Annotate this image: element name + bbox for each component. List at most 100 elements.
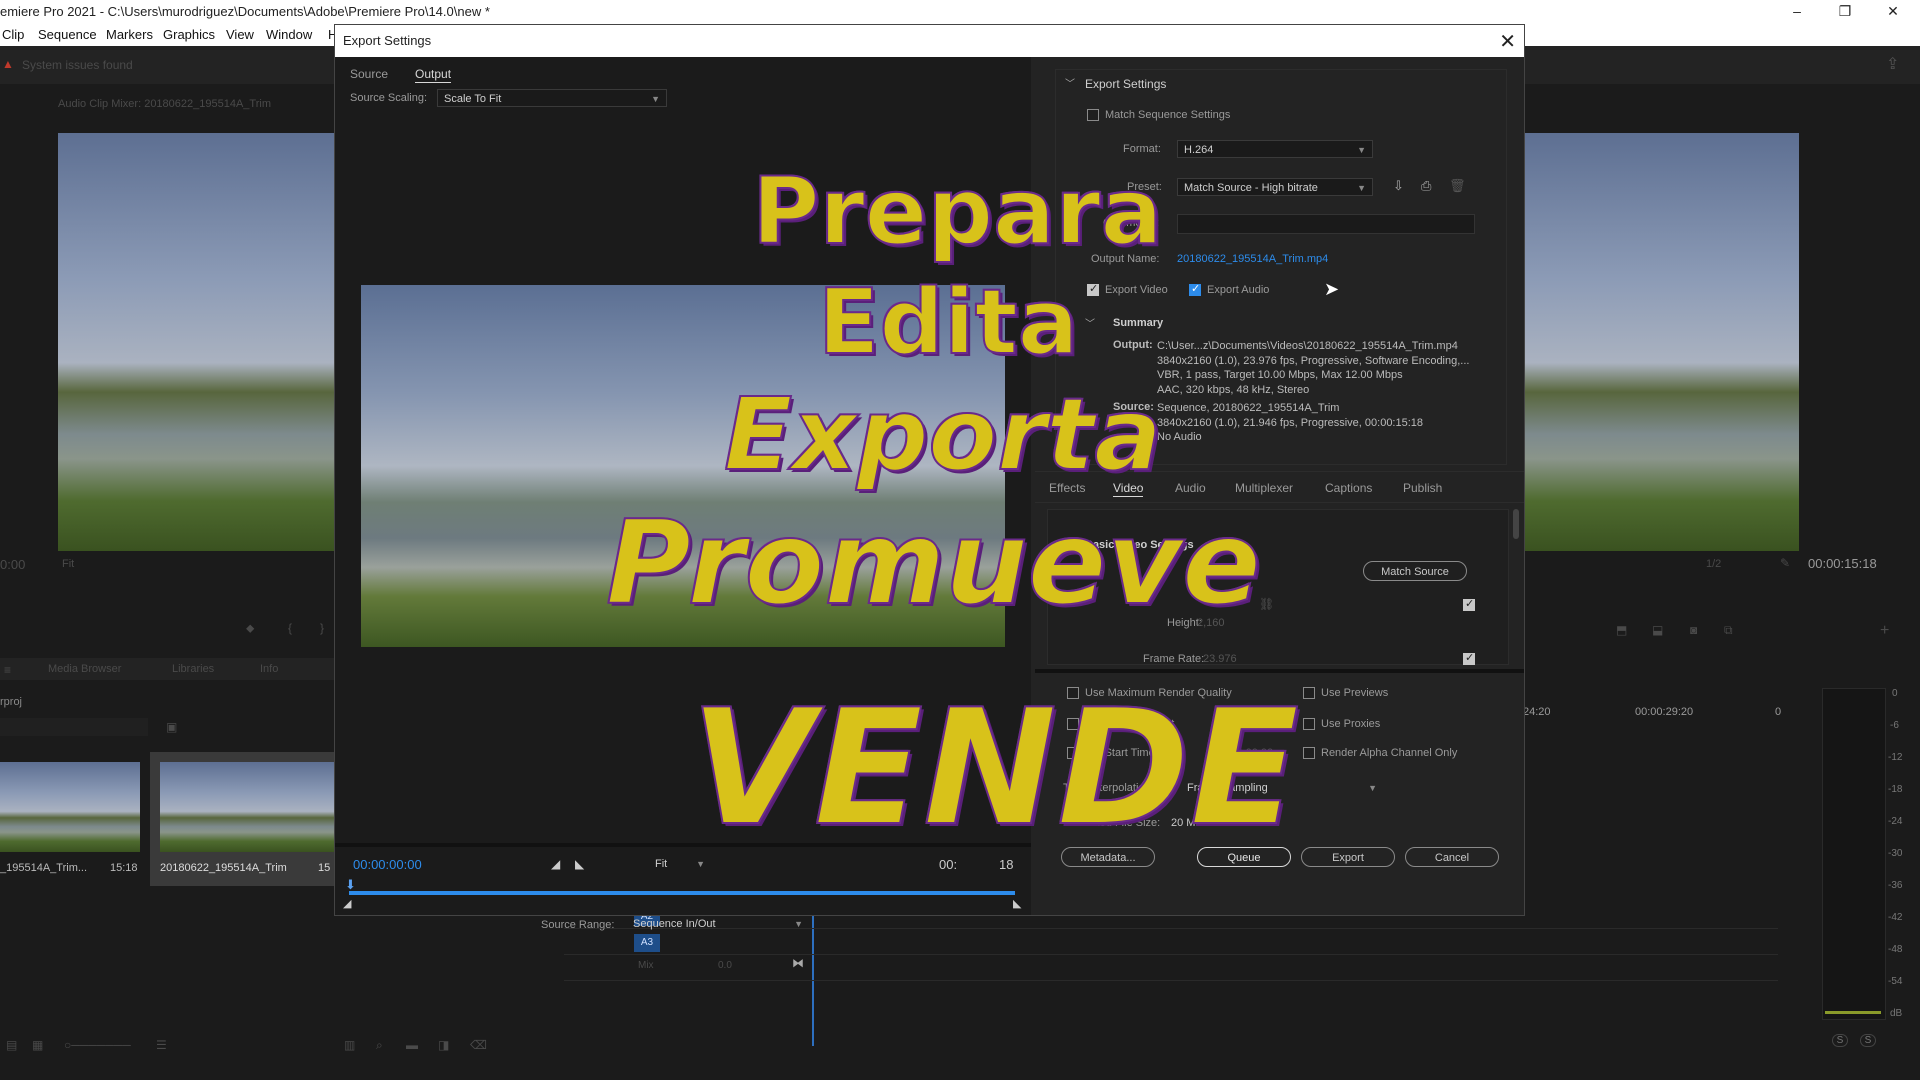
clear-icon[interactable]: ⌫ (470, 1038, 487, 1052)
delete-preset-icon[interactable]: 🗑 (1449, 178, 1466, 194)
mark-out-icon[interactable]: } (320, 621, 324, 635)
meter-label: -24 (1888, 816, 1903, 827)
project-search-input[interactable] (0, 718, 148, 736)
cancel-button[interactable]: Cancel (1405, 847, 1499, 867)
wrench-icon[interactable]: ✎ (1780, 556, 1790, 570)
match-source-button[interactable]: Match Source (1363, 561, 1467, 581)
set-out-point-icon[interactable]: ◣ (575, 857, 584, 871)
compare-icon[interactable]: ⧉ (1724, 623, 1733, 638)
camera-icon[interactable]: ◙ (1690, 623, 1697, 637)
meter-label: -30 (1888, 848, 1903, 859)
export-video-checkbox[interactable] (1087, 282, 1099, 296)
overlay-word-1: Prepara (751, 157, 1164, 266)
range-start-handle-icon[interactable]: ◢ (343, 897, 351, 910)
dialog-title: Export Settings (343, 33, 432, 48)
minimize-button[interactable]: – (1774, 0, 1820, 24)
menu-window[interactable]: Window (266, 27, 312, 42)
marker-icon[interactable]: ⬥ (246, 621, 254, 636)
menu-view[interactable]: View (226, 27, 254, 42)
use-proxies-checkbox[interactable] (1303, 718, 1315, 730)
match-width-checkbox[interactable] (1463, 597, 1475, 611)
share-icon[interactable]: ⇪ (1886, 54, 1899, 74)
tab-captions[interactable]: Captions (1325, 481, 1372, 495)
solo-right-button[interactable]: S (1860, 1034, 1876, 1047)
collapse-chevron-icon[interactable]: ﹀ (1065, 75, 1075, 90)
render-alpha-checkbox[interactable] (1303, 747, 1315, 759)
render-alpha-label: Render Alpha Channel Only (1321, 747, 1458, 759)
match-sequence-checkbox[interactable] (1087, 109, 1099, 121)
clip-thumbnail-2[interactable]: 20180622_195514A_Trim 15 (150, 752, 334, 886)
add-button-icon[interactable]: + (1880, 622, 1889, 640)
menu-clip[interactable]: Clip (2, 27, 24, 42)
program-zoom-select[interactable]: 1/2 (1706, 558, 1721, 570)
menu-markers[interactable]: Markers (106, 27, 153, 42)
tab-audio[interactable]: Audio (1175, 481, 1206, 495)
tab-output[interactable]: Output (415, 67, 452, 83)
system-warning-text[interactable]: System issues found (22, 58, 133, 72)
import-preset-icon[interactable]: ⎙ (1421, 178, 1431, 194)
dialog-close-button[interactable]: ✕ (1499, 29, 1516, 54)
tab-libraries[interactable]: Libraries (172, 663, 214, 675)
menu-graphics[interactable]: Graphics (163, 27, 215, 42)
overlay-word-5: VENDE (689, 673, 1300, 862)
close-window-button[interactable]: ✕ (1870, 0, 1916, 24)
timeline-ruler[interactable]: 24:20 00:00:29:20 0 (1523, 706, 1807, 720)
tab-source[interactable]: Source (350, 67, 388, 81)
new-bin-icon[interactable]: ▣ (166, 720, 177, 734)
audio-clip-mixer-tab[interactable]: Audio Clip Mixer: 20180622_195514A_Trim (58, 98, 271, 110)
format-select[interactable]: H.264 ▼ (1177, 140, 1373, 158)
ruler-time-2: 00:00:29:20 (1635, 706, 1694, 718)
summary-source-line: No Audio (1157, 431, 1202, 443)
source-range-select[interactable]: Sequence In/Out ▼ (627, 915, 809, 933)
clip-thumbnail-1[interactable]: _195514A_Trim... 15:18 (0, 752, 146, 886)
playhead-line[interactable] (812, 906, 814, 1046)
zoom-slider-icon[interactable]: ○─────── (64, 1038, 131, 1052)
export-audio-checkbox[interactable] (1189, 282, 1201, 296)
extract-icon[interactable]: ⬓ (1652, 623, 1663, 637)
solo-left-button[interactable]: S (1832, 1034, 1848, 1047)
use-previews-checkbox[interactable] (1303, 687, 1315, 699)
maximize-button[interactable]: ❐ (1822, 0, 1868, 24)
save-preset-icon[interactable]: ⇩ (1393, 178, 1404, 194)
preset-select[interactable]: Match Source - High bitrate ▼ (1177, 178, 1373, 196)
set-in-point-icon[interactable]: ◢ (551, 857, 560, 871)
source-scaling-select[interactable]: Scale To Fit ▼ (437, 89, 667, 107)
panel-menu-icon[interactable]: ≡ (4, 663, 11, 677)
collapse-chevron-icon[interactable]: ﹀ (1085, 315, 1095, 330)
mark-in-icon[interactable]: { (288, 621, 292, 635)
export-settings-header: Export Settings (1085, 77, 1167, 91)
link-icon[interactable]: ⛓ (1259, 597, 1274, 611)
match-frame-rate-checkbox[interactable] (1463, 651, 1475, 665)
summary-source-line: 3840x2160 (1.0), 21.946 fps, Progressive… (1157, 416, 1424, 429)
tab-media-browser[interactable]: Media Browser (48, 663, 121, 675)
menu-sequence[interactable]: Sequence (38, 27, 97, 42)
tab-publish[interactable]: Publish (1403, 481, 1442, 495)
list-view-icon[interactable]: ▤ (6, 1038, 17, 1052)
window-title: emiere Pro 2021 - C:\Users\murodriguez\D… (0, 4, 490, 19)
find-icon[interactable]: ⌕ (376, 1038, 383, 1053)
use-proxies-label: Use Proxies (1321, 718, 1381, 730)
range-end-handle-icon[interactable]: ◣ (1013, 897, 1021, 910)
settings-scrollbar[interactable] (1513, 509, 1519, 539)
preview-timecode[interactable]: 00:00:00:00 (353, 857, 422, 872)
lift-icon[interactable]: ⬒ (1616, 623, 1627, 637)
comments-input[interactable] (1177, 214, 1475, 234)
tab-multiplexer[interactable]: Multiplexer (1235, 481, 1293, 495)
output-name-link[interactable]: 20180622_195514A_Trim.mp4 (1177, 253, 1328, 265)
new-item-icon[interactable]: ◨ (438, 1038, 449, 1052)
automate-icon[interactable]: ▥ (344, 1038, 355, 1052)
icon-view-icon[interactable]: ▦ (32, 1038, 43, 1052)
range-bar[interactable] (349, 891, 1015, 895)
chevron-down-icon: ▼ (1368, 783, 1377, 793)
clip-1-image (0, 762, 140, 852)
sort-icon[interactable]: ☰ (156, 1038, 167, 1052)
source-fit-select[interactable]: Fit (62, 558, 74, 570)
frame-rate-select[interactable]: 23.976 (1197, 650, 1429, 668)
playhead-handle-icon[interactable]: ⬇ (345, 877, 356, 893)
export-button[interactable]: Export (1301, 847, 1395, 867)
track-end-icon: ⧓ (792, 956, 804, 970)
tab-info[interactable]: Info (260, 663, 278, 675)
new-bin-footer-icon[interactable]: ▬ (406, 1038, 418, 1052)
mix-value[interactable]: 0.0 (718, 960, 732, 971)
track-a3-label[interactable]: A3 (634, 934, 660, 952)
